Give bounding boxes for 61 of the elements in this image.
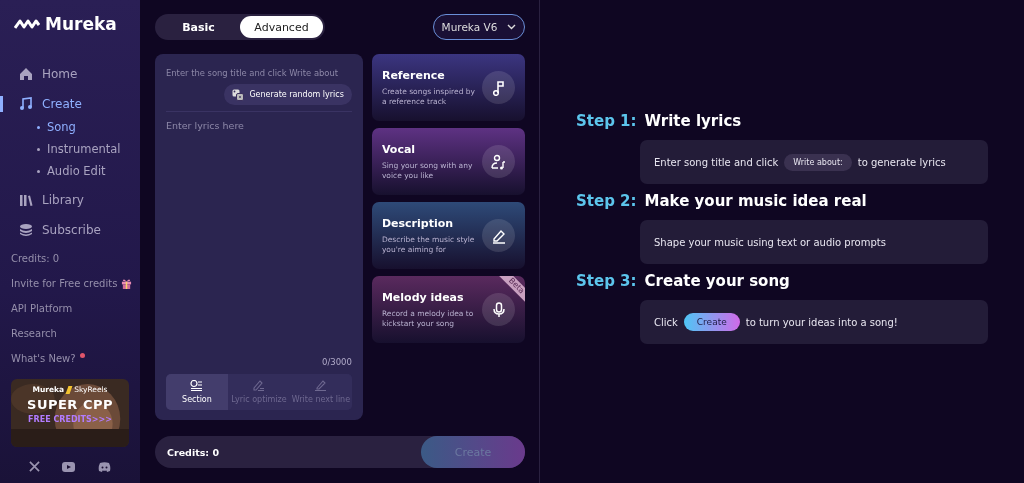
pencil-icon <box>252 380 266 391</box>
gift-icon <box>121 278 133 289</box>
character-counter: 0/3000 <box>321 357 352 367</box>
step-text: Click <box>654 316 678 328</box>
step-number: Step 1: <box>576 112 637 130</box>
step-text: Enter song title and click <box>654 156 779 168</box>
pencil-icon <box>490 227 507 244</box>
credits-label: Credits: 0 <box>167 446 220 458</box>
sidebar-link[interactable]: Invite for Free credits <box>11 278 118 289</box>
x-icon[interactable] <box>29 461 41 472</box>
person-note-icon <box>490 153 507 170</box>
microphone-icon <box>491 301 506 318</box>
pencil-icon <box>314 380 328 391</box>
section-icon <box>190 380 204 391</box>
step-title: Create your song <box>644 272 790 290</box>
step-title: Make your music idea real <box>644 192 867 210</box>
promo-tagline: FREE CREDITS>>> <box>28 415 112 424</box>
step-text: to turn your ideas into a song! <box>745 316 898 328</box>
write-about-chip: Write about: <box>784 153 852 171</box>
lyrics-field[interactable]: Enter lyrics here <box>166 120 352 357</box>
model-dropdown[interactable]: Mureka V6 <box>433 14 525 40</box>
promo-headline: SUPER CPP <box>27 397 113 412</box>
coins-icon <box>19 223 33 237</box>
create-chip: Create <box>683 313 740 331</box>
music-note-icon <box>491 79 506 96</box>
nav-subitem[interactable]: Instrumental <box>0 138 140 160</box>
game-controller-icon[interactable] <box>97 461 111 472</box>
sidebar-link[interactable]: What's New? <box>11 353 76 364</box>
chevron-down-icon <box>507 24 517 30</box>
lightning-icon <box>65 385 73 394</box>
notification-dot <box>79 353 85 358</box>
logo-icon <box>14 18 40 30</box>
play-icon[interactable] <box>62 461 76 472</box>
dice-icon <box>232 88 245 101</box>
logo-text: Mureka <box>45 14 117 34</box>
step-number: Step 3: <box>576 272 637 290</box>
music-note-icon <box>19 97 33 111</box>
sidebar-link[interactable]: API Platform <box>11 303 73 314</box>
nav-subitem[interactable]: Audio Edit <box>0 160 140 182</box>
card-title: Reference <box>381 68 446 82</box>
nav-item[interactable]: Create <box>0 92 140 116</box>
card-title: Melody ideas <box>381 290 465 304</box>
lyrics-tool-button[interactable]: Section <box>166 374 228 410</box>
nav-item[interactable]: Subscribe <box>0 218 140 242</box>
mode-tab[interactable]: Advanced <box>240 16 323 38</box>
sidebar-link[interactable]: Research <box>11 328 57 339</box>
nav-subitem[interactable]: Song <box>0 116 140 138</box>
nav-item[interactable]: Library <box>0 188 140 212</box>
step-number: Step 2: <box>576 192 637 210</box>
mode-tab[interactable]: Basic <box>157 16 240 38</box>
card-title: Description <box>381 216 455 230</box>
home-icon <box>19 67 33 81</box>
step-text: to generate lyrics <box>857 156 946 168</box>
sidebar-link[interactable]: Credits: 0 <box>11 253 60 264</box>
step-title: Write lyrics <box>644 112 742 130</box>
random-lyrics-button[interactable]: Generate random lyrics <box>224 84 352 105</box>
song-title-field[interactable]: Enter the song title and click Write about <box>166 68 352 78</box>
nav-item[interactable]: Home <box>0 62 140 86</box>
library-icon <box>19 193 33 207</box>
step-text: Shape your music using text or audio prompts <box>654 236 886 248</box>
card-title: Vocal <box>381 142 417 156</box>
